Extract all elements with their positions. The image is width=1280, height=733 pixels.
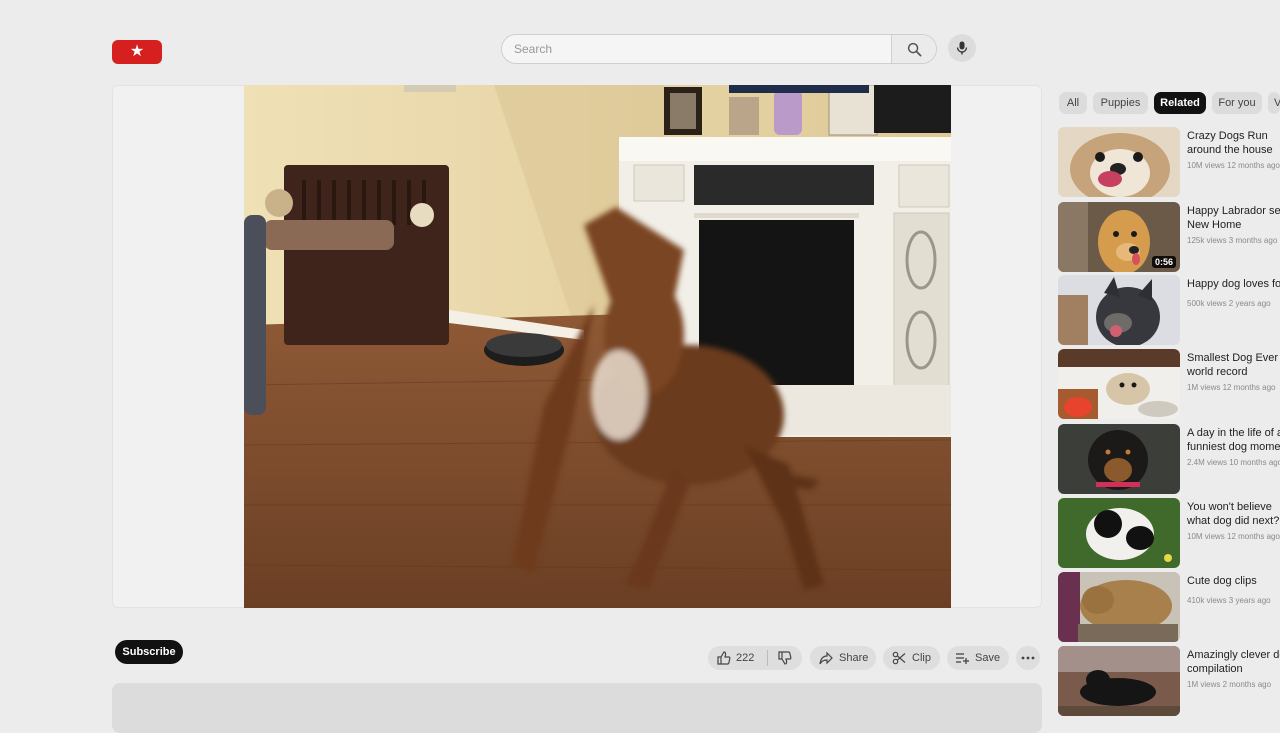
recommendation-title: Cute dog clips <box>1187 575 1257 587</box>
search-icon <box>907 42 921 56</box>
share-icon <box>819 651 833 665</box>
chip-for-you[interactable]: For you <box>1212 92 1262 114</box>
scissors-icon <box>892 651 906 665</box>
recommendation-item[interactable]: Crazy Dogs Run around the house 10M view… <box>1058 127 1280 199</box>
more-actions-button[interactable] <box>1016 646 1040 670</box>
recommendation-title: You won't believe what dog did next? <box>1187 501 1280 527</box>
clip-label: Clip <box>912 652 931 664</box>
recommendation-title: Smallest Dog Ever - world record <box>1187 352 1280 378</box>
share-label: Share <box>839 652 869 664</box>
video-thumbnail[interactable] <box>1058 646 1180 716</box>
thumbs-down-icon <box>778 651 792 665</box>
recommendation-item[interactable]: 0:56 Happy Labrador sees New Home 125k v… <box>1058 202 1280 274</box>
thumbs-up-icon <box>717 651 731 665</box>
save-label: Save <box>975 652 1001 664</box>
video-thumbnail[interactable] <box>1058 275 1180 345</box>
save-button[interactable]: Save <box>947 646 1009 670</box>
recommendation-meta: 2.4M views 10 months ago <box>1187 458 1280 467</box>
chip-all[interactable]: All <box>1059 92 1087 114</box>
recommendation-title: A day in the life of a funniest dog mome… <box>1187 427 1280 453</box>
video-duration: 0:56 <box>1151 256 1176 268</box>
recommendation-title: Happy Labrador sees New Home <box>1187 205 1280 231</box>
video-frame-image <box>244 85 951 608</box>
like-button[interactable]: 222 <box>708 651 767 665</box>
recommendation-meta: 10M views 12 months ago <box>1187 532 1280 541</box>
video-thumbnail[interactable] <box>1058 127 1180 197</box>
video-thumbnail[interactable] <box>1058 572 1180 642</box>
playlist-add-icon <box>956 653 969 664</box>
search-input[interactable] <box>502 35 891 63</box>
dislike-button[interactable] <box>768 651 802 665</box>
voice-search-button[interactable] <box>948 34 976 62</box>
recommendation-meta: 410k views 3 years ago <box>1187 596 1271 605</box>
recommendation-item[interactable]: A day in the life of a funniest dog mome… <box>1058 424 1280 496</box>
recommendation-meta: 10M views 12 months ago <box>1187 161 1280 170</box>
recommendation-meta: 500k views 2 years ago <box>1187 299 1271 308</box>
share-button[interactable]: Share <box>810 646 876 670</box>
recommendation-item[interactable]: Cute dog clips 410k views 3 years ago <box>1058 572 1280 644</box>
star-icon: ★ <box>129 43 145 60</box>
recommendation-item[interactable]: You won't believe what dog did next? 10M… <box>1058 498 1280 570</box>
recommendation-title: Crazy Dogs Run around the house <box>1187 130 1273 156</box>
mic-icon <box>956 41 968 55</box>
subscribe-button[interactable]: Subscribe <box>115 640 183 664</box>
video-thumbnail[interactable] <box>1058 349 1180 419</box>
recommendation-meta: 125k views 3 months ago <box>1187 236 1278 245</box>
like-count: 222 <box>736 652 755 664</box>
search-bar <box>501 34 937 64</box>
more-horizontal-icon <box>1021 656 1035 660</box>
chip-v[interactable]: V <box>1268 92 1280 114</box>
clip-button[interactable]: Clip <box>883 646 940 670</box>
recommendation-meta: 1M views 12 months ago <box>1187 383 1276 392</box>
chip-puppies[interactable]: Puppies <box>1093 92 1148 114</box>
recommendation-item[interactable]: Smallest Dog Ever - world record 1M view… <box>1058 349 1280 421</box>
video-player[interactable] <box>244 85 951 608</box>
description-box[interactable] <box>112 683 1042 733</box>
logo[interactable]: ★ <box>112 40 162 64</box>
video-thumbnail[interactable] <box>1058 424 1180 494</box>
recommendation-item[interactable]: Amazingly clever dog compilation 1M view… <box>1058 646 1280 718</box>
video-thumbnail[interactable] <box>1058 498 1180 568</box>
search-button[interactable] <box>891 35 936 63</box>
recommendation-meta: 1M views 2 months ago <box>1187 680 1272 689</box>
like-dislike-group: 222 <box>708 646 802 670</box>
recommendation-item[interactable]: Happy dog loves food 500k views 2 years … <box>1058 275 1280 347</box>
recommendation-title: Happy dog loves food <box>1187 278 1280 290</box>
chip-related[interactable]: Related <box>1154 92 1206 114</box>
video-thumbnail[interactable]: 0:56 <box>1058 202 1180 272</box>
recommendation-title: Amazingly clever dog compilation <box>1187 649 1280 675</box>
